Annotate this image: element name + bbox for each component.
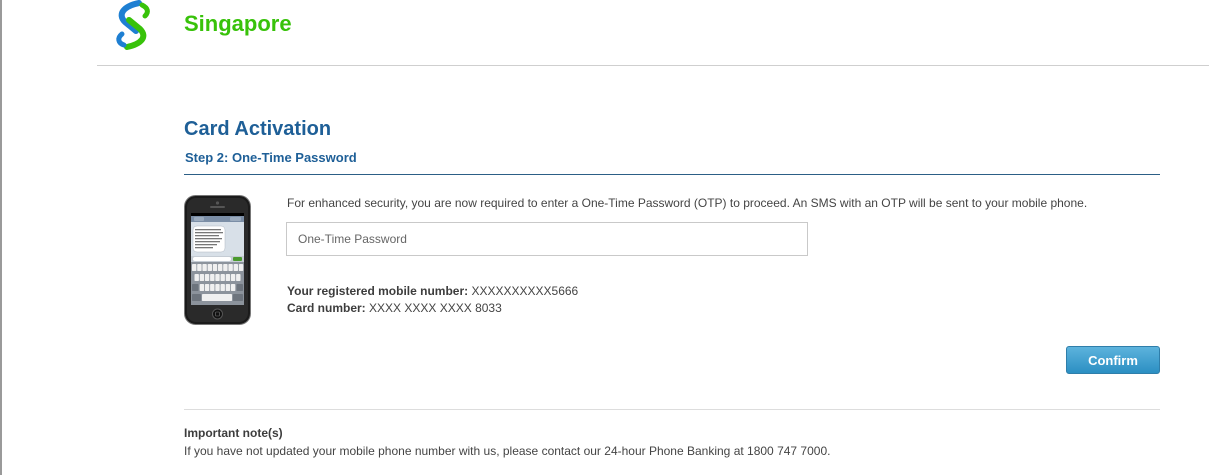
standard-chartered-logo-icon <box>116 0 150 50</box>
registered-mobile: Your registered mobile number: XXXXXXXXX… <box>287 284 578 298</box>
card-label: Card number: <box>287 301 366 315</box>
brand-name: Singapore <box>184 11 292 36</box>
card-number: Card number: XXXX XXXX XXXX 8033 <box>287 301 502 315</box>
title-divider <box>184 174 1160 175</box>
window-edge <box>0 0 2 475</box>
otp-input[interactable] <box>286 222 808 256</box>
notes-text: If you have not updated your mobile phon… <box>184 444 831 458</box>
notes-divider <box>184 409 1160 410</box>
card-value: XXXX XXXX XXXX 8033 <box>369 301 502 315</box>
phone-sms-icon <box>184 195 251 325</box>
page-title: Card Activation <box>184 118 332 140</box>
mobile-label: Your registered mobile number: <box>287 284 469 298</box>
notes-title: Important note(s) <box>184 426 283 440</box>
header-divider <box>97 65 1209 66</box>
otp-instructions: For enhanced security, you are now requi… <box>287 196 1088 210</box>
mobile-value: XXXXXXXXXX5666 <box>471 284 579 298</box>
confirm-button[interactable]: Confirm <box>1066 346 1160 374</box>
step-title: Step 2: One-Time Password <box>185 150 357 165</box>
